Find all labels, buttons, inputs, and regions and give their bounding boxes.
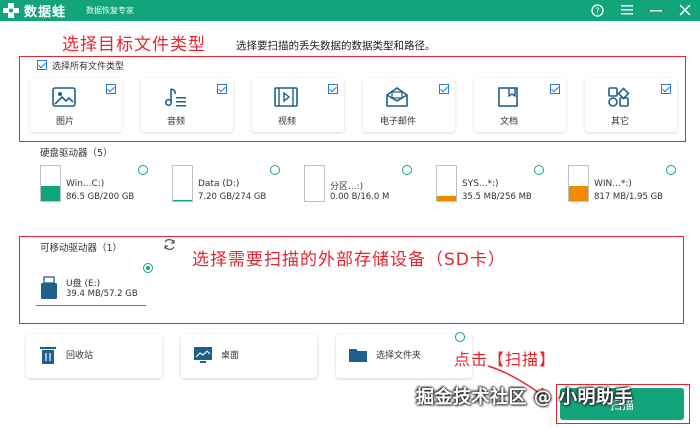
app-name: 数据蛙 [24,5,67,20]
file-type-other[interactable]: 其它 [585,78,677,132]
drive-usage-fill [569,186,588,201]
drive-name: SYS...*:) [462,179,499,189]
drive-size: 0.00 B/16.0 M [330,192,390,202]
logo-icon [3,3,19,18]
file-type-label: 文档 [499,117,518,127]
drive-size: 817 MB/1.95 GB [594,192,664,202]
usb-drive-radio[interactable] [143,263,153,273]
instruction-text: 选择要扫描的丢失数据的数据类型和路径。 [236,40,436,52]
drive-usage-fill [437,196,456,201]
file-type-label: 其它 [610,117,629,127]
images-checkbox[interactable] [106,84,116,94]
drive-name: WIN...*:) [594,179,632,189]
location-label: 选择文件夹 [376,351,422,361]
drive-icon [304,165,325,202]
email-icon [386,87,408,107]
drive-size: 7.20 GB/274 GB [198,192,267,202]
file-type-label: 音频 [166,117,185,127]
audio-checkbox[interactable] [217,84,227,94]
usb-drive-icon [41,276,57,299]
drive-usage-fill [173,199,192,201]
drive-radio[interactable] [534,165,544,175]
drive-size: 86.5 GB/200 GB [66,192,135,202]
refresh-icon[interactable] [163,238,176,251]
minimize-icon[interactable] [647,2,664,19]
help-icon[interactable]: ? [589,2,606,19]
drive-name: 分区...:) [330,182,364,192]
drive-name: Data (D:) [198,179,240,189]
location-label: 回收站 [66,351,94,361]
select-all-checkbox[interactable] [37,60,47,70]
location-recycle-bin[interactable]: 回收站 [26,334,162,378]
file-type-audio[interactable]: 音频 [141,78,233,132]
annotation-heading-file-types: 选择目标文件类型 [62,35,206,55]
usb-drive-item[interactable]: U盘 (E:) 39.4 MB/57.2 GB [36,270,146,306]
other-checkbox[interactable] [661,84,671,94]
file-type-documents[interactable]: 文档 [474,78,566,132]
title-bar: 数据蛙 数据恢复专家 ? [0,0,700,21]
image-icon [52,87,76,107]
location-label: 桌面 [221,351,240,361]
drive-icon [568,165,589,202]
location-desktop[interactable]: 桌面 [181,334,317,378]
email-checkbox[interactable] [439,84,449,94]
svg-text:?: ? [595,7,599,16]
folder-icon [349,349,367,362]
watermark-text: 掘金技术社区 @ 小明助手 [416,387,634,408]
desktop-icon [194,347,212,363]
music-icon [164,88,186,107]
documents-checkbox[interactable] [550,84,560,94]
drive-usage-fill [41,185,60,201]
app-subtitle: 数据恢复专家 [86,6,134,15]
file-type-label: 电子邮件 [379,117,416,127]
menu-icon[interactable] [618,2,635,19]
file-type-label: 图片 [55,117,74,127]
drive-icon [172,165,193,202]
select-all-label: 选择所有文件类型 [52,62,125,72]
drive-radio[interactable] [402,165,412,175]
location-folder[interactable]: 选择文件夹 [336,334,472,378]
drive-name: Win...C:) [66,179,105,189]
file-type-label: 视频 [277,117,296,127]
drive-icon [436,165,457,202]
video-checkbox[interactable] [328,84,338,94]
drive-icon [40,165,61,202]
removable-header: 可移动驱动器（1） [40,243,123,254]
drive-radio[interactable] [270,165,280,175]
document-icon [498,87,518,107]
file-type-email[interactable]: 电子邮件 [363,78,455,132]
drive-size: 35.5 MB/256 MB [462,192,532,202]
recycle-bin-icon [40,347,56,364]
hard-drives-header: 硬盘驱动器（5） [40,148,113,159]
other-icon [608,87,630,107]
folder-radio[interactable] [455,332,465,342]
file-type-video[interactable]: 视频 [252,78,344,132]
close-icon[interactable] [676,2,693,19]
usb-drive-size: 39.4 MB/57.2 GB [66,289,138,299]
annotation-heading-device: 选择需要扫描的外部存储设备（SD卡） [192,250,506,270]
drive-radio[interactable] [138,165,148,175]
file-type-images[interactable]: 图片 [30,78,122,132]
video-icon [274,87,298,107]
usb-drive-name: U盘 (E:) [66,279,101,289]
drive-radio[interactable] [666,165,676,175]
